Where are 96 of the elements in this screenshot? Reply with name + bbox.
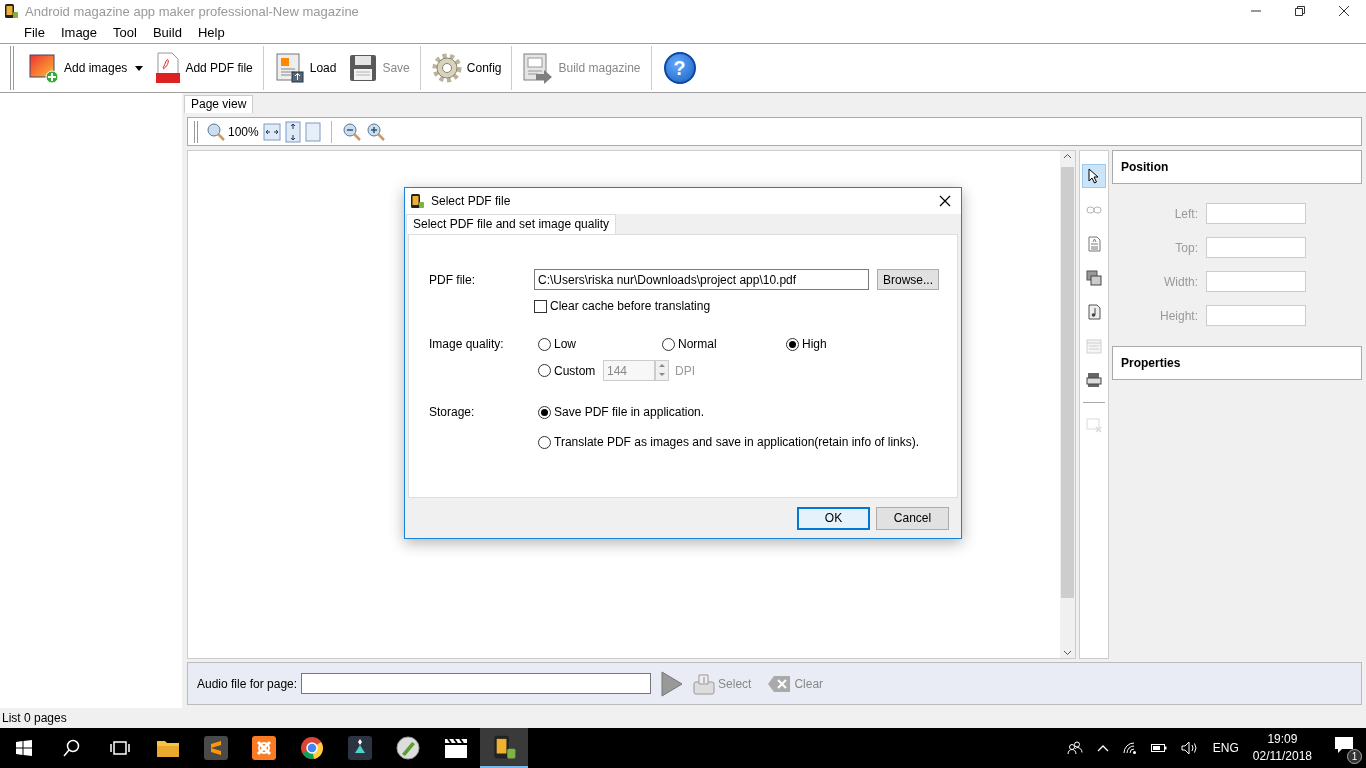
tab[interactable]: Select PDF file and set image quality <box>406 214 617 234</box>
close-icon[interactable] <box>1338 5 1350 17</box>
spinner-arrows[interactable] <box>655 360 669 381</box>
radio-label[interactable]: High <box>802 337 827 351</box>
notification-icon[interactable] <box>1334 736 1354 754</box>
menu-item[interactable]: Help <box>189 25 233 40</box>
editor-icon <box>204 736 228 760</box>
section-header: Position <box>1112 150 1362 184</box>
input-field[interactable]: C:\Users\riska nur\Downloads\project app\10.pdf <box>534 269 869 290</box>
toolbar-button[interactable]: Load <box>267 48 343 88</box>
unit-label: DPI <box>675 363 695 378</box>
field-label: Storage: <box>429 405 476 419</box>
fit-height-icon[interactable] <box>284 120 301 143</box>
toolbar-button[interactable]: Config <box>424 48 508 88</box>
zoom-in-icon[interactable] <box>365 121 386 142</box>
zoom-actual-button[interactable]: 100% <box>206 121 259 142</box>
radio-label[interactable]: Save PDF file in application. <box>554 405 705 419</box>
browse-button[interactable]: Browse... <box>877 269 939 290</box>
clapper-icon <box>444 737 468 759</box>
link-icon <box>1086 206 1102 214</box>
menu-item[interactable]: Image <box>52 25 106 40</box>
checkbox-label[interactable]: Clear cache before translating <box>550 299 711 313</box>
server-icon <box>252 736 276 760</box>
field-label: PDF file: <box>429 272 476 287</box>
menu-item[interactable]: Build <box>144 25 190 40</box>
clock[interactable]: 19:09 02/11/2018 <box>1252 731 1312 765</box>
zoom-out-icon[interactable] <box>341 121 362 142</box>
radio-label[interactable]: Translate PDF as images and save in application(retain info of links). <box>554 435 920 449</box>
images-icon <box>1086 270 1102 286</box>
music-page-icon <box>1087 304 1101 320</box>
music-box-icon <box>693 672 716 695</box>
text-page-icon <box>1087 236 1101 252</box>
checkbox[interactable] <box>534 299 547 313</box>
people-icon[interactable] <box>1066 741 1083 755</box>
scrollbar[interactable] <box>1060 151 1075 658</box>
toolbar-button[interactable]: Add images <box>22 48 150 88</box>
radio-button[interactable] <box>538 337 551 351</box>
tab[interactable]: Page view <box>184 95 254 113</box>
radio-label[interactable]: Low <box>554 337 576 351</box>
field-label: Top: <box>1174 240 1198 255</box>
pdf-file-icon <box>155 52 182 84</box>
phone-app-icon <box>491 734 517 760</box>
dialog-button[interactable]: Cancel <box>876 506 949 530</box>
wifi-icon[interactable] <box>1122 742 1137 754</box>
search-icon <box>63 739 81 757</box>
app-icon <box>409 193 425 209</box>
taskbar-app[interactable] <box>480 728 528 768</box>
video-editor-icon <box>348 736 372 760</box>
scroll-down-icon[interactable] <box>1063 650 1072 656</box>
tool-button[interactable] <box>1082 164 1106 188</box>
radio-button[interactable] <box>538 405 551 419</box>
chevron-up-icon[interactable] <box>1096 744 1109 752</box>
film-icon <box>1086 338 1102 354</box>
picture-add-icon <box>28 52 60 84</box>
clear-icon <box>767 674 792 693</box>
toolbar-button[interactable]: Add PDF file <box>149 48 259 88</box>
browser-icon <box>300 736 324 760</box>
dialog-title: Select PDF file <box>431 194 512 208</box>
folder-icon <box>156 738 180 758</box>
fit-width-icon[interactable] <box>262 122 281 141</box>
windows-icon <box>16 740 32 756</box>
radio-button[interactable] <box>786 337 799 351</box>
restore-icon[interactable] <box>1294 5 1306 17</box>
field-label: Image quality: <box>429 337 505 351</box>
dialog-button[interactable]: OK <box>797 506 870 530</box>
field-label: Height: <box>1158 308 1198 323</box>
window-title: Android magazine app maker professional-New magazine <box>25 3 360 19</box>
language-indicator[interactable]: ENG <box>1212 741 1239 755</box>
close-icon[interactable] <box>939 195 951 207</box>
gear-icon <box>430 52 463 84</box>
input-field[interactable] <box>301 673 652 694</box>
notification-badge: 1 <box>1347 749 1362 764</box>
magnifier-icon <box>206 121 226 142</box>
delete-box-icon <box>1086 417 1102 433</box>
field-label: Width: <box>1163 274 1198 289</box>
pointer-icon <box>1088 168 1100 184</box>
field-label: Left: <box>1173 206 1198 221</box>
pen-icon <box>396 736 420 760</box>
menu-item[interactable]: Tool <box>105 25 145 40</box>
battery-icon[interactable] <box>1150 743 1167 753</box>
radio-label[interactable]: Custom <box>554 363 596 378</box>
radio-button[interactable] <box>538 364 551 377</box>
app-icon <box>3 3 19 19</box>
field-label: Audio file for page: <box>197 676 298 691</box>
document-icon <box>273 52 306 84</box>
status-text: List 0 pages <box>2 711 67 725</box>
radio-button[interactable] <box>538 435 551 449</box>
menu-item[interactable]: File <box>16 25 53 40</box>
speaker-icon[interactable] <box>1180 741 1199 755</box>
section-header: Properties <box>1112 346 1362 380</box>
task-view-icon <box>110 740 130 756</box>
radio-button[interactable] <box>662 337 675 351</box>
caret-icon[interactable] <box>135 65 144 71</box>
play-icon[interactable] <box>661 670 684 697</box>
radio-label[interactable]: Normal <box>678 337 717 351</box>
scroll-up-icon[interactable] <box>1063 153 1072 159</box>
